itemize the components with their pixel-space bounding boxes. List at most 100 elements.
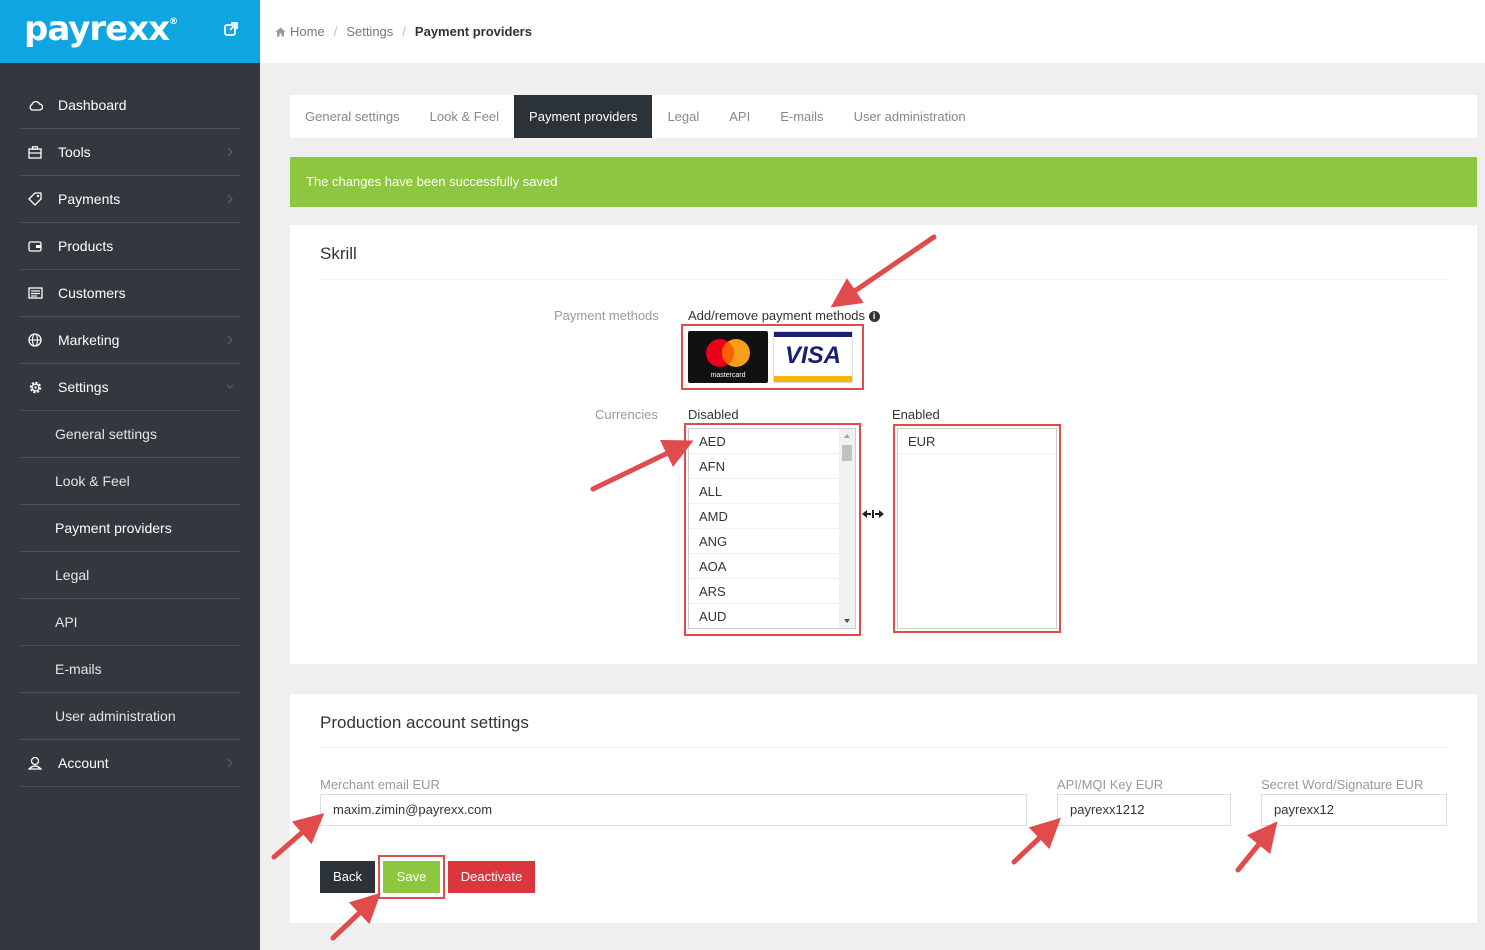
sidebar-item-settings[interactable]: Settings bbox=[20, 364, 240, 411]
settings-tabs: General settings Look & Feel Payment pro… bbox=[290, 95, 1477, 138]
add-remove-label: Add/remove payment methods bbox=[688, 308, 866, 323]
breadcrumb-current: Payment providers bbox=[414, 24, 532, 39]
enabled-label: Enabled bbox=[892, 407, 940, 422]
sidebar-item-label: General settings bbox=[55, 426, 157, 442]
sidebar-sub-legal[interactable]: Legal bbox=[20, 552, 240, 599]
sidebar-item-dashboard[interactable]: Dashboard bbox=[20, 82, 240, 129]
back-button[interactable]: Back bbox=[320, 861, 375, 893]
disabled-currencies-list[interactable]: AED AFN ALL AMD ANG AOA ARS AUD bbox=[688, 428, 856, 629]
currency-option[interactable]: ANG bbox=[689, 529, 855, 554]
add-remove-payment-methods-link[interactable]: Add/remove payment methods i bbox=[688, 308, 880, 323]
sidebar-item-payments[interactable]: Payments bbox=[20, 176, 240, 223]
currency-option[interactable]: AOA bbox=[689, 554, 855, 579]
logo-text: payrexx bbox=[24, 9, 170, 49]
chevron-down-icon bbox=[226, 384, 234, 389]
tab-emails[interactable]: E-mails bbox=[765, 95, 838, 138]
panel-title: Skrill bbox=[320, 244, 357, 263]
currency-option[interactable]: EUR bbox=[898, 429, 1056, 454]
panel-title: Production account settings bbox=[320, 713, 529, 732]
sidebar-item-label: Look & Feel bbox=[55, 473, 130, 489]
breadcrumb-settings[interactable]: Settings bbox=[346, 24, 393, 39]
sidebar-sub-payment-providers[interactable]: Payment providers bbox=[20, 505, 240, 552]
sidebar-item-label: User administration bbox=[55, 708, 176, 724]
enabled-currencies-list[interactable]: EUR bbox=[897, 428, 1057, 629]
tab-user-administration[interactable]: User administration bbox=[839, 95, 981, 138]
info-icon[interactable]: i bbox=[868, 311, 880, 322]
deactivate-button[interactable]: Deactivate bbox=[448, 861, 535, 893]
visa-logo-text: VISA bbox=[784, 342, 841, 369]
currencies-label: Currencies bbox=[595, 407, 658, 422]
divider bbox=[320, 747, 1447, 748]
sidebar-sub-api[interactable]: API bbox=[20, 599, 240, 646]
currency-option[interactable]: ARS bbox=[689, 579, 855, 604]
api-key-label: API/MQI Key EUR bbox=[1057, 777, 1164, 792]
sidebar-item-tools[interactable]: Tools bbox=[20, 129, 240, 176]
success-alert: The changes have been successfully saved bbox=[290, 157, 1477, 207]
tag-icon bbox=[27, 191, 43, 207]
sidebar-item-label: Marketing bbox=[58, 332, 120, 348]
tab-look-feel[interactable]: Look & Feel bbox=[415, 95, 514, 138]
currency-option[interactable]: AMD bbox=[689, 504, 855, 529]
tab-general-settings[interactable]: General settings bbox=[290, 95, 415, 138]
chevron-right-icon bbox=[227, 758, 233, 768]
save-button[interactable]: Save bbox=[383, 861, 440, 893]
tab-payment-providers[interactable]: Payment providers bbox=[514, 95, 653, 138]
production-settings-panel: Production account settings Merchant ema… bbox=[290, 694, 1477, 923]
breadcrumb-home[interactable]: Home bbox=[290, 24, 325, 39]
merchant-email-field[interactable]: maxim.zimin@payrexx.com bbox=[320, 794, 1027, 826]
mastercard-logo-icon: mastercard bbox=[706, 339, 750, 379]
enabled-options: EUR bbox=[898, 429, 1056, 454]
logo-trademark: ® bbox=[169, 17, 178, 27]
sidebar-item-label: E-mails bbox=[55, 661, 102, 677]
chevron-right-icon bbox=[227, 147, 233, 157]
sidebar-item-customers[interactable]: Customers bbox=[20, 270, 240, 317]
currency-option[interactable]: ALL bbox=[689, 479, 855, 504]
currency-option[interactable]: AUD bbox=[689, 604, 855, 628]
transfer-arrows-icon[interactable] bbox=[862, 509, 884, 519]
sidebar-item-label: Legal bbox=[55, 567, 90, 583]
sidebar-sub-general-settings[interactable]: General settings bbox=[20, 411, 240, 458]
currency-option[interactable]: AED bbox=[689, 429, 855, 454]
scrollbar-thumb[interactable] bbox=[842, 445, 852, 461]
sidebar-item-products[interactable]: Products bbox=[20, 223, 240, 270]
breadcrumb-separator: / bbox=[402, 24, 406, 39]
visa-top-stripe bbox=[774, 332, 852, 337]
sidebar-item-account[interactable]: Account bbox=[20, 740, 240, 787]
secret-word-field[interactable]: payrexx12 bbox=[1261, 794, 1447, 826]
skrill-panel: Skrill Payment methods Add/remove paymen… bbox=[290, 225, 1477, 664]
sidebar-item-label: Payments bbox=[58, 191, 121, 207]
sidebar-item-label: Settings bbox=[58, 379, 109, 395]
sidebar-item-label: API bbox=[55, 614, 78, 630]
sidebar-item-label: Account bbox=[58, 755, 109, 771]
sidebar-item-marketing[interactable]: Marketing bbox=[20, 317, 240, 364]
chevron-right-icon bbox=[227, 335, 233, 345]
mastercard-text: mastercard bbox=[710, 372, 745, 379]
merchant-email-label: Merchant email EUR bbox=[320, 777, 440, 792]
tab-api[interactable]: API bbox=[714, 95, 765, 138]
sidebar-item-label: Dashboard bbox=[58, 97, 127, 113]
id-card-icon bbox=[27, 285, 43, 301]
tab-legal[interactable]: Legal bbox=[652, 95, 714, 138]
logo-bar: payrexx® bbox=[0, 0, 260, 63]
api-key-field[interactable]: payrexx1212 bbox=[1057, 794, 1231, 826]
sidebar-nav: Dashboard Tools Payments Products Custom… bbox=[20, 82, 240, 787]
scroll-up-icon[interactable] bbox=[839, 429, 855, 443]
cloud-icon bbox=[27, 97, 43, 113]
breadcrumb: Home / Settings / Payment providers bbox=[260, 0, 1485, 63]
sidebar-item-label: Customers bbox=[58, 285, 126, 301]
disabled-options: AED AFN ALL AMD ANG AOA ARS AUD bbox=[689, 429, 855, 628]
scroll-down-icon[interactable] bbox=[839, 614, 855, 628]
sidebar-sub-user-administration[interactable]: User administration bbox=[20, 693, 240, 740]
currency-option[interactable]: AFN bbox=[689, 454, 855, 479]
payrexx-logo[interactable]: payrexx® bbox=[24, 9, 178, 49]
sidebar-item-label: Tools bbox=[58, 144, 91, 160]
sidebar-sub-emails[interactable]: E-mails bbox=[20, 646, 240, 693]
external-link-icon[interactable] bbox=[224, 22, 238, 36]
mastercard-card[interactable]: mastercard bbox=[688, 331, 768, 383]
home-icon bbox=[275, 27, 286, 36]
divider bbox=[320, 279, 1447, 280]
scrollbar[interactable] bbox=[839, 429, 855, 628]
visa-card[interactable]: VISA bbox=[773, 331, 853, 383]
sidebar-sub-look-feel[interactable]: Look & Feel bbox=[20, 458, 240, 505]
visa-bottom-stripe bbox=[774, 376, 852, 382]
